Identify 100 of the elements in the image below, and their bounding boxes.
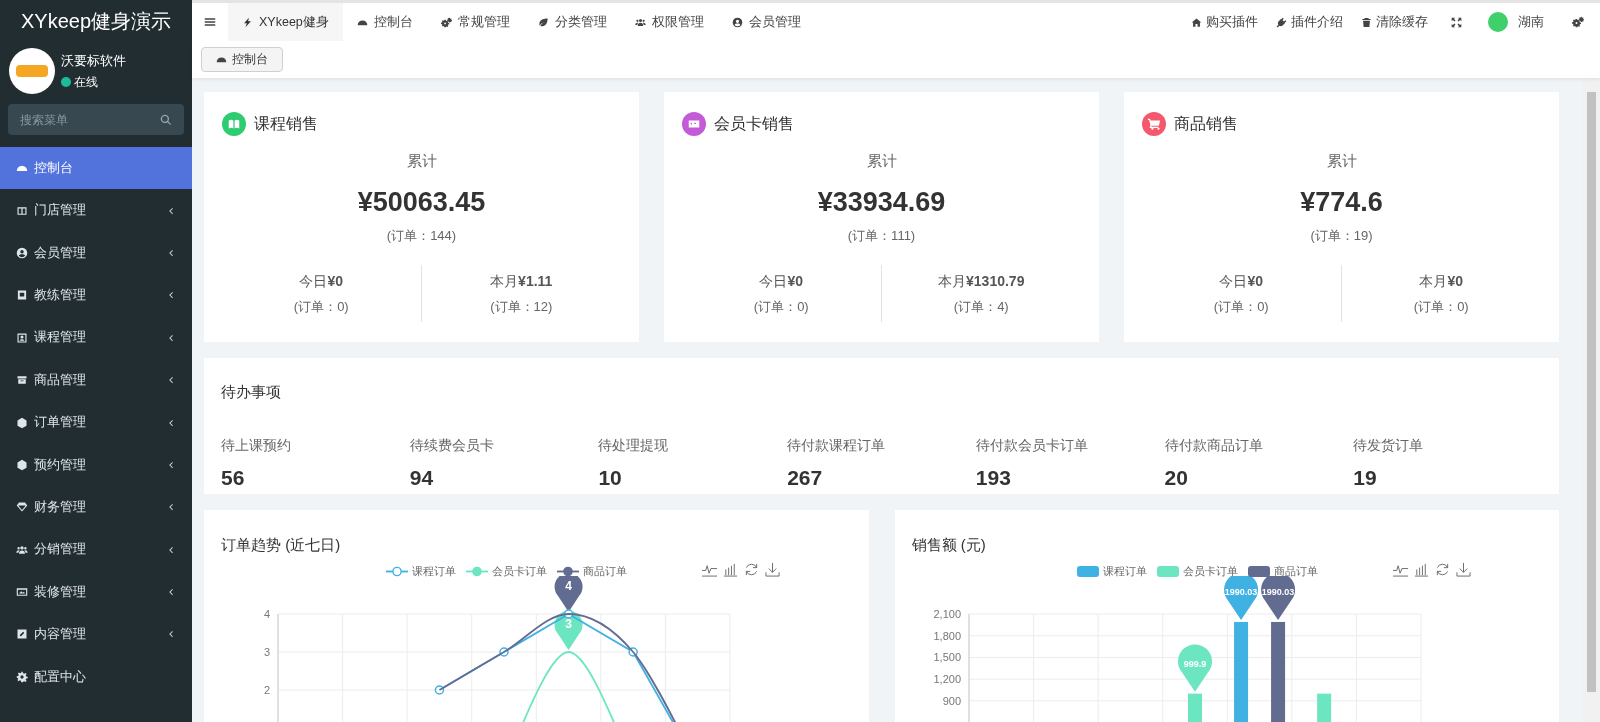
menu-item[interactable]: 分销管理 [0, 528, 192, 571]
chart-title: 订单趋势 (近七日) [221, 534, 341, 555]
todo-count: 56 [221, 465, 246, 491]
axis-label: 1,800 [932, 629, 961, 642]
menu-item[interactable]: 门店管理 [0, 189, 192, 232]
refresh-icon[interactable] [744, 561, 759, 577]
annotation: 999.9 [1183, 658, 1206, 669]
menu-item[interactable]: 内容管理 [0, 613, 192, 656]
todo-label: 待续费会员卡 [409, 436, 495, 455]
order-count: (订单：144) [386, 227, 457, 245]
toolbar-link[interactable]: 插件介绍 [1267, 3, 1352, 41]
nav-tab[interactable]: 分类管理 [523, 3, 621, 41]
today-sales: 今日¥0 [299, 271, 344, 291]
settings-icon [1572, 16, 1584, 28]
card-title: 商品销售 [1174, 114, 1238, 135]
today-orders: (订单：0) [293, 297, 349, 316]
legend-marker-icon [466, 565, 488, 577]
menu-item[interactable]: 控制台 [0, 147, 192, 190]
edit-icon [16, 628, 28, 641]
columns-icon [16, 204, 28, 217]
month-orders: (订单：12) [490, 297, 553, 316]
nav-tab[interactable]: 控制台 [342, 3, 427, 41]
card-title: 待办事项 [221, 383, 282, 402]
legend-label: 课程订单 [412, 563, 456, 579]
toolbar-link[interactable]: 清除缓存 [1352, 3, 1437, 41]
month-sales: 本月¥1310.79 [938, 271, 1025, 291]
menu-item[interactable]: 财务管理 [0, 486, 192, 529]
menu-item[interactable]: 预约管理 [0, 443, 192, 487]
todo-count: 94 [409, 465, 435, 491]
order-count: (订单：111) [847, 227, 916, 245]
cube-icon [16, 416, 28, 429]
settings-icon [16, 670, 28, 683]
menu-item[interactable]: 订单管理 [0, 401, 192, 444]
download-icon[interactable] [1455, 561, 1471, 577]
id-card-icon [16, 331, 28, 344]
todo-label: 待付款课程订单 [787, 436, 887, 455]
search-field[interactable]: 搜索菜单 [8, 104, 184, 135]
menu-item[interactable]: 教练管理 [0, 274, 192, 317]
today-sales: 今日¥0 [1219, 271, 1264, 291]
month-sales: 本月¥0 [1419, 271, 1464, 291]
bar-chart-icon[interactable] [723, 561, 738, 577]
app-title: XYkeep健身演示 [20, 8, 172, 34]
archive-box-icon [16, 374, 28, 387]
todo-count: 20 [1164, 465, 1189, 491]
todo-label: 待发货订单 [1353, 436, 1425, 455]
user-menu[interactable]: 湖南 [1476, 3, 1556, 41]
todo-label: 待付款商品订单 [1164, 436, 1264, 455]
toolbar-link[interactable]: 购买插件 [1182, 3, 1267, 41]
download-icon[interactable] [765, 561, 780, 577]
logo-placeholder [9, 48, 55, 94]
fullscreen-icon [1451, 16, 1462, 28]
todo-label: 待付款会员卡订单 [975, 436, 1089, 455]
axis-label: 2,100 [932, 607, 961, 620]
annotation: 3 [565, 616, 573, 631]
card-title: 课程销售 [254, 114, 318, 135]
diamond-icon [16, 501, 28, 514]
nav-tab[interactable]: 常规管理 [426, 3, 524, 41]
picture-frame-icon [16, 586, 28, 599]
user-name: 沃要标软件 [61, 51, 126, 70]
card-icon [16, 289, 28, 302]
value-pin: 3 [554, 610, 583, 650]
menu-item[interactable]: 会员管理 [0, 231, 192, 275]
total-amount: ¥774.6 [1300, 185, 1383, 219]
leaf-icon [537, 16, 549, 28]
month-orders: (订单：0) [1413, 297, 1469, 316]
menu-item[interactable]: 课程管理 [0, 316, 192, 359]
nav-tab[interactable]: 会员管理 [717, 3, 815, 41]
nav-tab[interactable]: 权限管理 [620, 3, 718, 41]
todo-count: 267 [787, 465, 824, 491]
page-tab[interactable]: 控制台 [201, 47, 283, 72]
users-icon [16, 543, 28, 556]
menu-item[interactable]: 配置中心 [0, 655, 192, 699]
menu-item[interactable]: 商品管理 [0, 358, 192, 402]
total-amount: ¥50063.45 [357, 185, 486, 219]
todo-count: 193 [975, 465, 1012, 491]
legend-swatch [1076, 565, 1099, 577]
legend-marker-icon [386, 565, 408, 577]
scrollbar[interactable] [1583, 78, 1600, 722]
axis-label: 2 [263, 683, 270, 696]
data-bar [1316, 693, 1331, 722]
plug-icon [1276, 16, 1287, 28]
bar-chart-icon[interactable] [1413, 561, 1429, 577]
total-label: 累计 [1326, 151, 1357, 171]
users-icon [634, 16, 646, 28]
menu-icon [204, 16, 216, 28]
month-orders: (订单：4) [953, 297, 1009, 316]
menu-item[interactable]: 装修管理 [0, 570, 192, 614]
today-sales: 今日¥0 [759, 271, 804, 291]
avatar-icon [1488, 12, 1508, 32]
chart-title: 销售额 (元) [911, 534, 986, 555]
trash-icon [1361, 16, 1372, 28]
axis-label: 900 [942, 694, 961, 707]
refresh-icon[interactable] [1434, 561, 1450, 577]
axis-label: 1,200 [932, 672, 961, 685]
total-label: 累计 [406, 151, 437, 171]
axis-label: 4 [263, 607, 270, 620]
value-pin: 4 [554, 575, 583, 612]
today-orders: (订单：0) [1213, 297, 1269, 316]
nav-tab[interactable]: XYkeep健身 [228, 3, 343, 41]
legend-label: 商品订单 [583, 563, 627, 579]
